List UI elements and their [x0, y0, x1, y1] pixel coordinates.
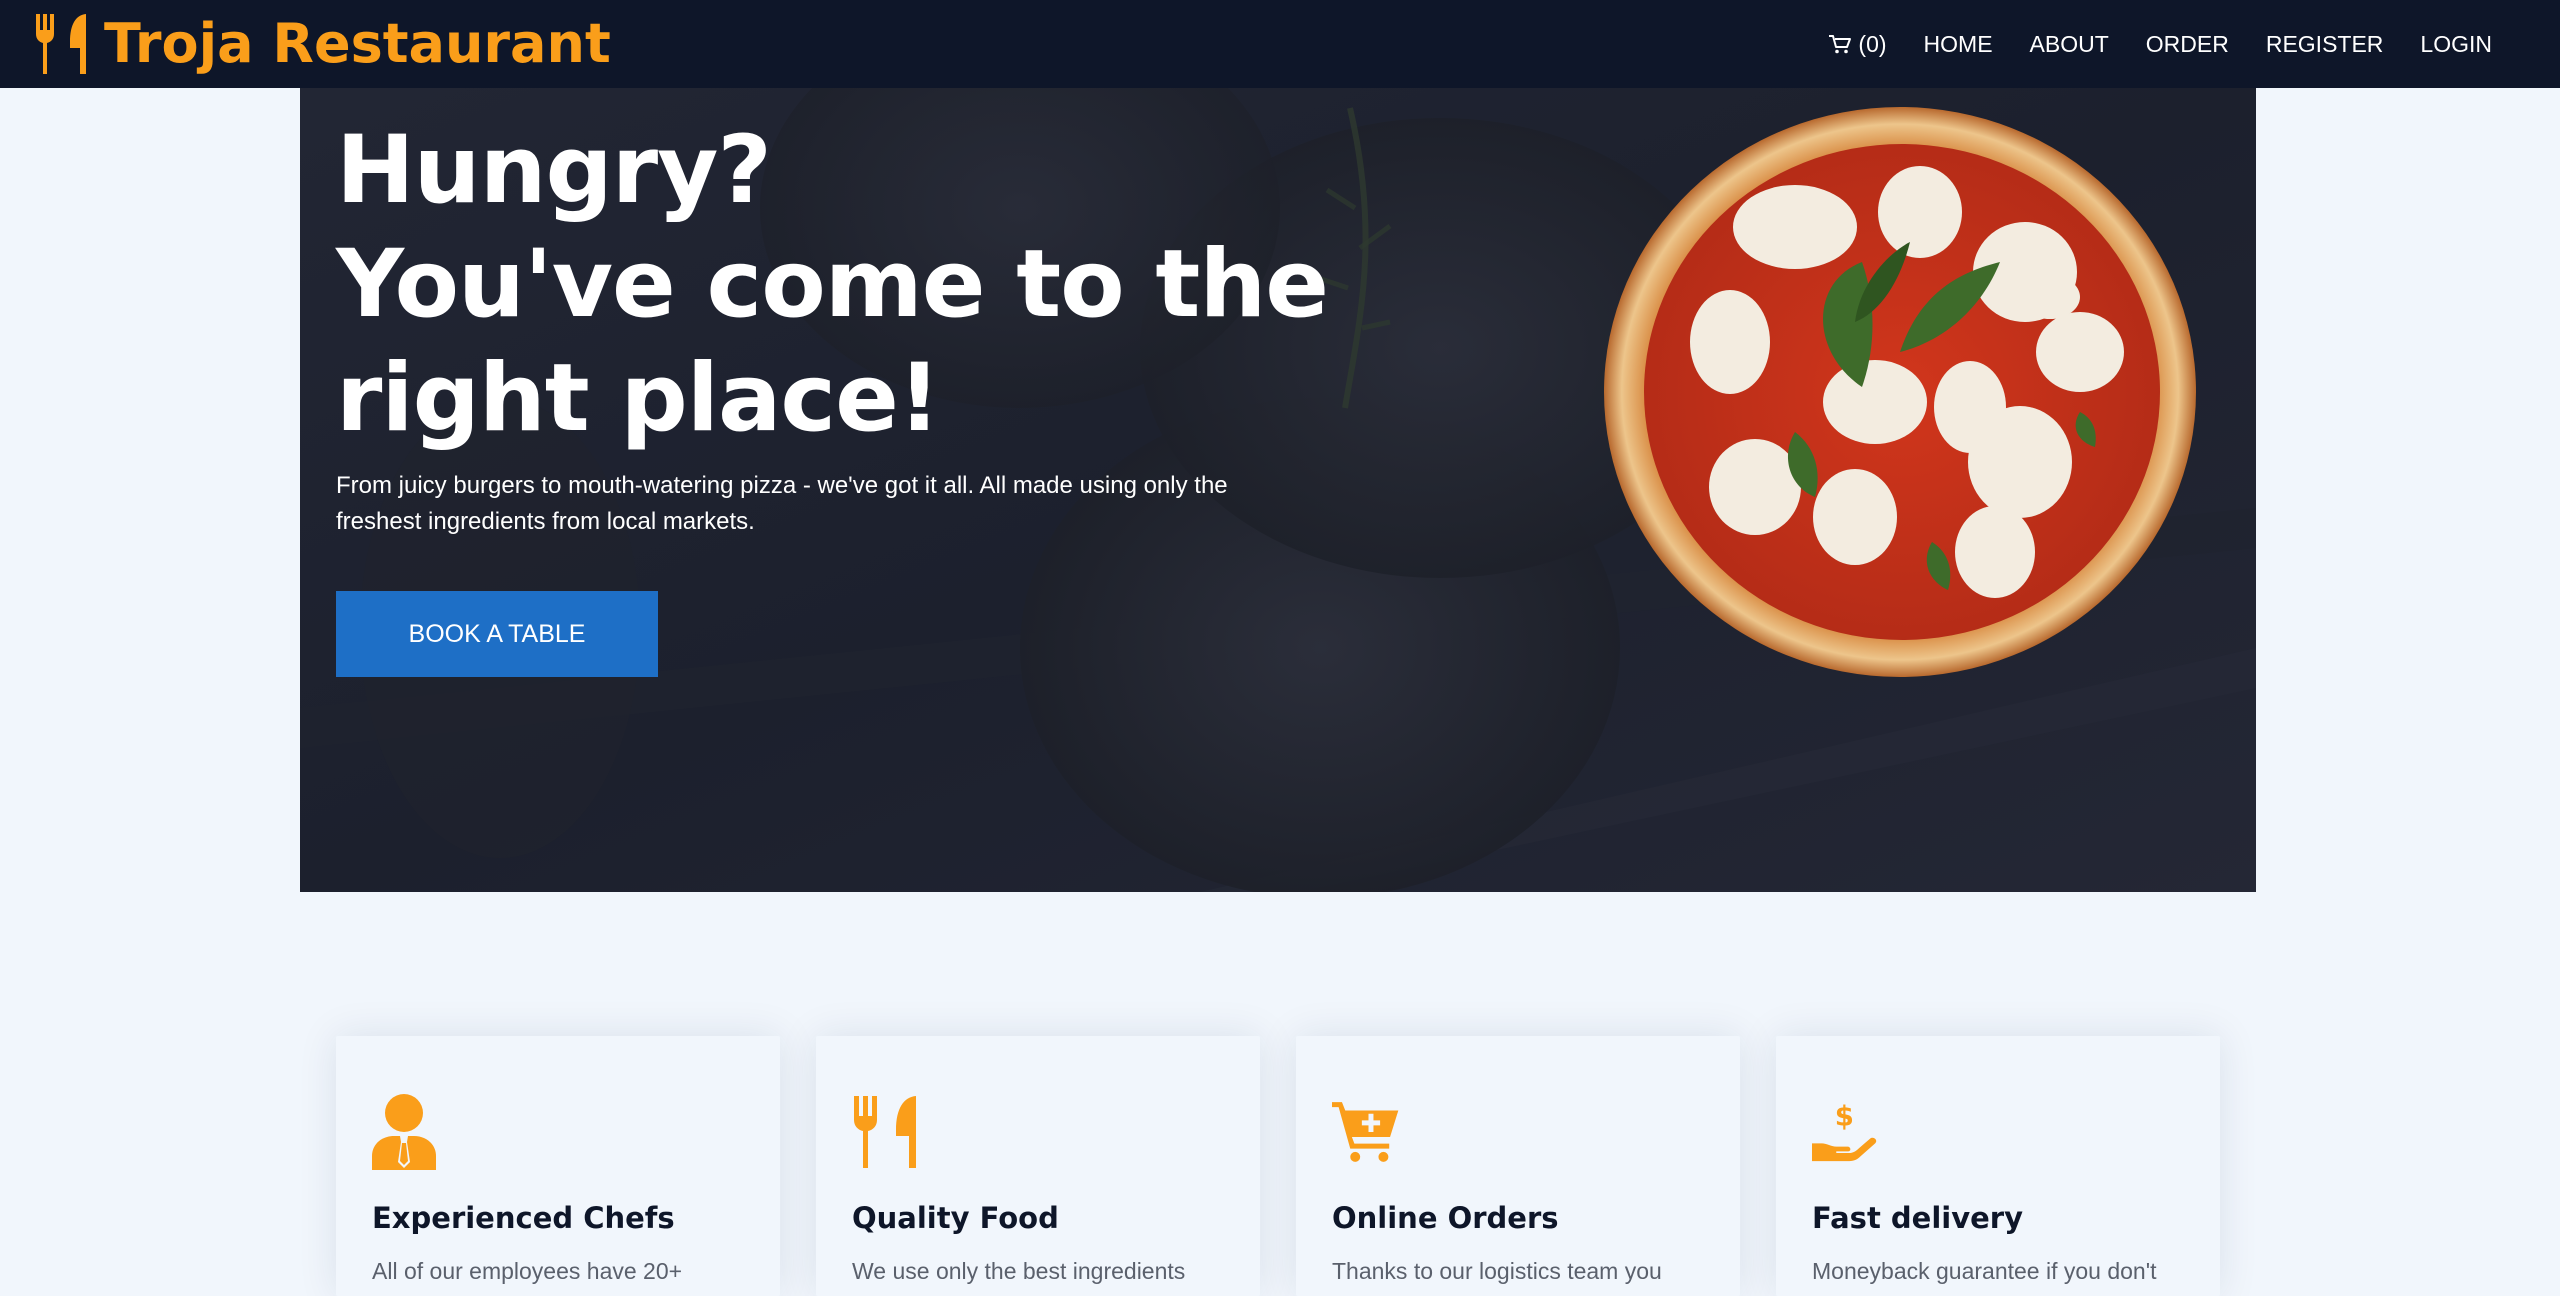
nav-login[interactable]: LOGIN: [2420, 31, 2492, 58]
feature-text: All of our employees have 20+: [372, 1258, 683, 1284]
money-hand-icon: $: [1812, 1101, 1877, 1162]
feature-text: Moneyback guarantee if you don't: [1812, 1258, 2157, 1284]
hero-title: Hungry? You've come to the right place!: [336, 114, 1436, 456]
nav-about[interactable]: ABOUT: [2030, 31, 2109, 58]
pizza-image: [1604, 107, 2196, 677]
nav-links: (0) HOME ABOUT ORDER REGISTER LOGIN: [1791, 0, 2492, 88]
hero-title-line: Hungry?: [336, 116, 772, 225]
cart-count: (0): [1858, 30, 1887, 57]
nav-cart[interactable]: (0): [1828, 30, 1887, 58]
hero-subtitle: From juicy burgers to mouth-watering piz…: [336, 468, 1266, 540]
cart-plus-icon: [1332, 1102, 1399, 1162]
hero-title-line: You've come to the: [336, 230, 1329, 339]
hero-subtitle-line: From juicy burgers to mouth-watering piz…: [336, 472, 1228, 499]
feature-card: Quality Food We use only the best ingred…: [816, 1036, 1260, 1296]
feature-card: Online Orders Thanks to our logistics te…: [1296, 1036, 1740, 1296]
hero-title-line: right place!: [336, 344, 941, 453]
book-table-button[interactable]: BOOK A TABLE: [336, 591, 658, 677]
navbar: Troja Restaurant (0) HOME ABOUT ORDER RE…: [0, 0, 2560, 88]
nav-home[interactable]: HOME: [1924, 31, 1993, 58]
feature-card: $ Fast delivery Moneyback guarantee if y…: [1776, 1036, 2220, 1296]
brand-link[interactable]: Troja Restaurant: [34, 0, 611, 88]
feature-title: Fast delivery: [1812, 1201, 2023, 1235]
features-section: Experienced Chefs All of our employees h…: [336, 1036, 2220, 1296]
cart-icon: [1829, 35, 1852, 54]
utensils-icon: [854, 1096, 916, 1168]
hero-section: Hungry? You've come to the right place! …: [300, 88, 2256, 892]
utensils-icon: [36, 14, 86, 74]
nav-order[interactable]: ORDER: [2146, 31, 2229, 58]
feature-text: We use only the best ingredients: [852, 1258, 1186, 1284]
feature-title: Online Orders: [1332, 1201, 1559, 1235]
hero-subtitle-line: freshest ingredients from local markets.: [336, 508, 755, 535]
svg-text:$: $: [1835, 1101, 1854, 1133]
feature-title: Quality Food: [852, 1201, 1059, 1235]
feature-card: Experienced Chefs All of our employees h…: [336, 1036, 780, 1296]
feature-title: Experienced Chefs: [372, 1201, 675, 1235]
feature-text: Thanks to our logistics team you: [1332, 1258, 1662, 1284]
nav-register[interactable]: REGISTER: [2266, 31, 2384, 58]
chef-icon: [372, 1094, 436, 1170]
brand-name: Troja Restaurant: [104, 12, 611, 75]
